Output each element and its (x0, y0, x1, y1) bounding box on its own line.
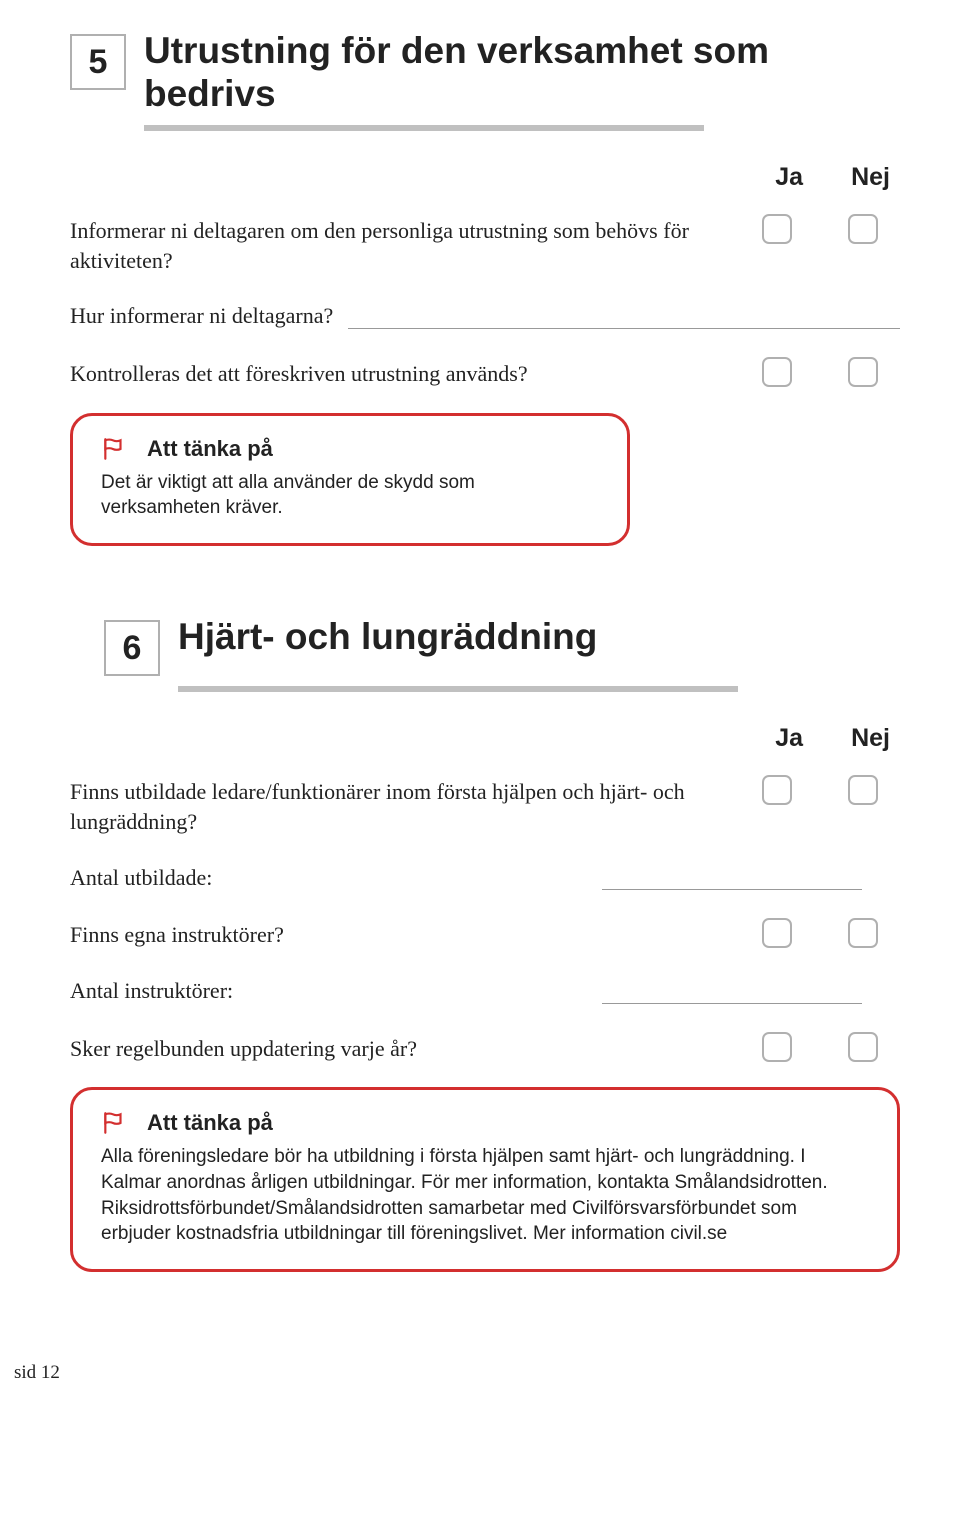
nej-label: Nej (851, 163, 890, 192)
text-input-how-inform[interactable] (348, 301, 900, 329)
ja-nej-header-6: Ja Nej (70, 724, 900, 753)
ja-label: Ja (775, 163, 803, 192)
callout-title: Att tänka på (147, 1110, 273, 1136)
text-input-antal-utbildade[interactable] (602, 862, 862, 890)
callout-5: Att tänka på Det är viktigt att alla anv… (70, 413, 630, 546)
question-row-5-2: Hur informerar ni deltagarna? (70, 299, 900, 331)
checkbox-pair (762, 1032, 900, 1062)
section-number-6: 6 (104, 620, 160, 676)
section-6-title: Hjärt- och lungräddning (178, 616, 597, 659)
section-6-header: 6 Hjärt- och lungräddning (104, 616, 900, 676)
checkbox-ja[interactable] (762, 357, 792, 387)
page-number: sid 12 (14, 1362, 900, 1384)
checkbox-nej[interactable] (848, 775, 878, 805)
checkbox-pair (762, 918, 900, 948)
checkbox-ja[interactable] (762, 1032, 792, 1062)
nej-label: Nej (851, 724, 890, 753)
checkbox-pair (762, 775, 900, 805)
flag-icon (101, 1110, 127, 1136)
section-5-header: 5 Utrustning för den verksamhet som bedr… (70, 30, 900, 115)
section-6: 6 Hjärt- och lungräddning Ja Nej Finns u… (70, 616, 900, 1272)
callout-body: Det är viktigt att alla använder de skyd… (101, 470, 599, 521)
question-row-6-3: Finns egna instruktörer? (70, 918, 900, 950)
question-text: Informerar ni deltagaren om den personli… (70, 214, 732, 275)
checkbox-nej[interactable] (848, 357, 878, 387)
question-row-5-3: Kontrolleras det att föreskriven utrustn… (70, 357, 900, 389)
checkbox-nej[interactable] (848, 1032, 878, 1062)
text-input-antal-instruktorer[interactable] (602, 976, 862, 1004)
section-number-5: 5 (70, 34, 126, 90)
question-text: Antal instruktörer: (70, 974, 233, 1006)
callout-6: Att tänka på Alla föreningsledare bör ha… (70, 1087, 900, 1272)
checkbox-pair (762, 357, 900, 387)
question-row-5-1: Informerar ni deltagaren om den personli… (70, 214, 900, 275)
checkbox-ja[interactable] (762, 214, 792, 244)
question-row-6-4: Antal instruktörer: (70, 974, 900, 1006)
ja-nej-header-5: Ja Nej (70, 163, 900, 192)
callout-body: Alla föreningsledare bör ha utbildning i… (101, 1144, 869, 1247)
question-text: Antal utbildade: (70, 861, 212, 893)
checkbox-ja[interactable] (762, 775, 792, 805)
ja-label: Ja (775, 724, 803, 753)
question-row-6-5: Sker regelbunden uppdatering varje år? (70, 1032, 900, 1064)
callout-header: Att tänka på (101, 436, 599, 462)
question-row-6-2: Antal utbildade: (70, 861, 900, 893)
question-text: Finns egna instruktörer? (70, 918, 732, 950)
checkbox-pair (762, 214, 900, 244)
callout-header: Att tänka på (101, 1110, 869, 1136)
divider (178, 686, 738, 692)
checkbox-nej[interactable] (848, 214, 878, 244)
flag-icon (101, 436, 127, 462)
question-text: Sker regelbunden uppdatering varje år? (70, 1032, 732, 1064)
section-5: 5 Utrustning för den verksamhet som bedr… (70, 30, 900, 546)
divider (144, 125, 704, 131)
callout-title: Att tänka på (147, 436, 273, 462)
question-row-6-1: Finns utbildade ledare/funktionärer inom… (70, 775, 900, 836)
question-text: Kontrolleras det att föreskriven utrustn… (70, 357, 732, 389)
checkbox-nej[interactable] (848, 918, 878, 948)
question-text: Hur informerar ni deltagarna? (70, 299, 333, 331)
section-5-title: Utrustning för den verksamhet som bedriv… (144, 30, 900, 115)
checkbox-ja[interactable] (762, 918, 792, 948)
question-text: Finns utbildade ledare/funktionärer inom… (70, 775, 732, 836)
